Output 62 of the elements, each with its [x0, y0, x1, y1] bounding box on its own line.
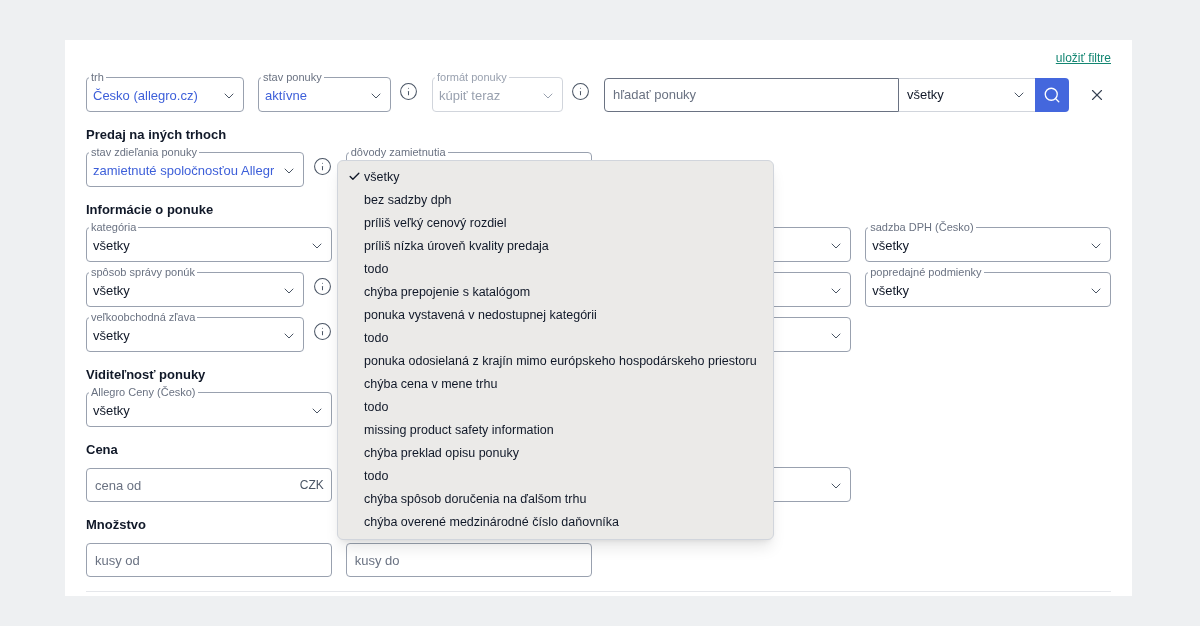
section-title: Informácie o ponuke	[86, 202, 214, 218]
dropdown-option[interactable]: príliš nízka úroveň kvality predaja	[338, 235, 757, 258]
select-field[interactable]: Allegro Ceny (Česko) všetky	[86, 386, 332, 427]
save-filters-link[interactable]: uložiť filtre	[1055, 49, 1111, 67]
dropdown-option[interactable]: todo	[338, 465, 757, 488]
field-value: všetky	[93, 281, 130, 300]
select-field[interactable]: kategória všetky	[86, 221, 332, 262]
section-title: Cena	[86, 442, 118, 458]
info-icon[interactable]	[312, 322, 332, 341]
field-label: popredajné podmienky	[869, 266, 983, 279]
field-label: spôsob správy ponúk	[90, 266, 196, 279]
field-label: dôvody zamietnutia	[349, 146, 447, 159]
field-value: všetky	[93, 401, 130, 420]
info-icon[interactable]	[312, 277, 332, 296]
field-label: formát ponuky	[436, 71, 508, 84]
field-label: stav zdieľania ponuky	[90, 146, 198, 159]
dropdown-option[interactable]: todo	[338, 258, 757, 281]
currency-label: CZK	[299, 477, 324, 493]
section-title: Množstvo	[86, 517, 146, 533]
dropdown-option[interactable]: todo	[338, 327, 757, 350]
input-field[interactable]: kusy od	[86, 543, 332, 577]
dropdown-option[interactable]: ponuka vystavená v nedostupnej kategórii	[338, 304, 757, 327]
field-label: Allegro Ceny (Česko)	[90, 386, 197, 399]
select-field[interactable]: trh Česko (allegro.cz)	[86, 71, 244, 112]
field-label: stav ponuky	[262, 71, 323, 84]
field-label: trh	[90, 71, 105, 84]
select-field[interactable]: spôsob správy ponúk všetky	[86, 266, 304, 307]
input-field[interactable]: kusy do	[345, 543, 592, 577]
dropdown-option[interactable]: chýba spôsob doručenia na ďalšom trhu	[338, 488, 757, 511]
field-label: sadzba DPH (Česko)	[869, 221, 975, 234]
select-field[interactable]: stav ponuky aktívne	[258, 71, 391, 112]
dropdown-option[interactable]: chýba cena v mene trhu	[338, 373, 757, 396]
dropdown-option[interactable]: chýba preklad opisu ponuky	[338, 442, 757, 465]
field-value: všetky	[93, 236, 130, 255]
field-value: aktívne	[265, 86, 307, 105]
field-value: zamietnuté spoločnosťou Allegr	[93, 161, 275, 180]
info-icon[interactable]	[399, 82, 418, 101]
field-value: kúpiť teraz	[439, 86, 501, 105]
search-icon	[1043, 85, 1061, 104]
select-field[interactable]: sadzba DPH (Česko) všetky	[865, 221, 1111, 262]
select-field[interactable]: veľkoobchodná zľava všetky	[86, 311, 304, 352]
dropdown-option[interactable]: všetky	[338, 166, 757, 189]
dropdown-option[interactable]: chýba prepojenie s katalógom	[338, 281, 757, 304]
field-value: všetky	[93, 326, 130, 345]
dropdown-option[interactable]: bez sadzby dph	[338, 189, 757, 212]
field-label: kategória	[90, 221, 138, 234]
search-button[interactable]	[1035, 77, 1069, 112]
field-value: všetky	[872, 236, 910, 255]
dropdown-option[interactable]: ponuka odosielaná z krajín mimo európskeho hospodárskeho priestoru	[338, 350, 757, 373]
select-field[interactable]: popredajné podmienky všetky	[865, 266, 1111, 307]
field-value: Česko (allegro.cz)	[93, 86, 198, 105]
field-label: veľkoobchodná zľava	[90, 311, 197, 324]
search-field[interactable]: hľadať ponuky	[604, 77, 899, 112]
dropdown-option[interactable]: todo	[338, 396, 757, 419]
info-icon[interactable]	[312, 157, 332, 176]
field-value: všetky	[872, 281, 910, 300]
section-title: Viditeľnosť ponuky	[86, 367, 206, 383]
dropdown-option[interactable]: missing product safety information	[338, 419, 757, 442]
select-field[interactable]: stav zdieľania ponuky zamietnuté spoločnosťou Allegr	[86, 146, 304, 187]
section-title: Predaj na iných trhoch	[86, 127, 227, 143]
dropdown-option[interactable]: chýba overené medzinárodné číslo daňovníka	[338, 511, 757, 534]
dropdown-option[interactable]: príliš veľký cenový rozdiel	[338, 212, 757, 235]
